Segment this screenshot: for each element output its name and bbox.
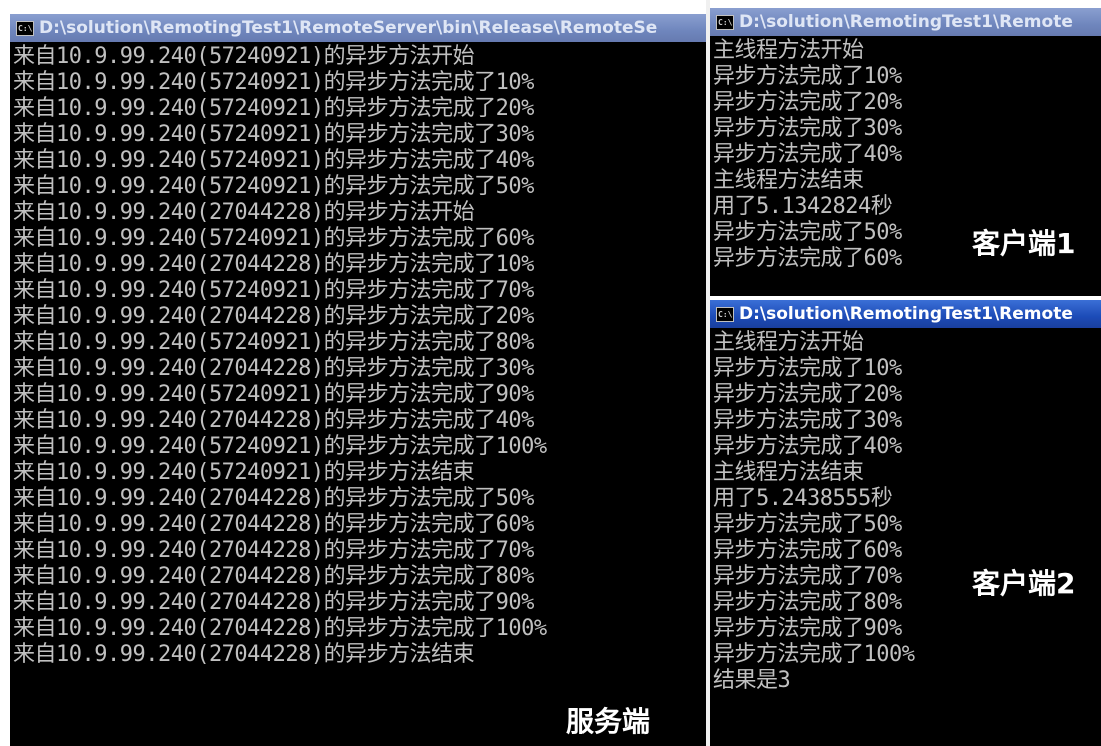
client2-window-title: D:\solution\RemotingTest1\Remote [739,304,1073,324]
console-line: 结果是3 [713,668,791,693]
console-line: 异步方法完成了50% [713,512,902,537]
console-line: 来自10.9.99.240(27044228)的异步方法完成了90% [13,590,534,615]
server-caption: 服务端 [566,705,651,738]
console-line: 来自10.9.99.240(57240921)的异步方法结束 [13,460,475,485]
console-line: 来自10.9.99.240(27044228)的异步方法完成了20% [13,304,534,329]
console-line: 异步方法完成了20% [713,90,902,115]
console-line: 来自10.9.99.240(57240921)的异步方法完成了30% [13,122,534,147]
console-line: 来自10.9.99.240(27044228)的异步方法结束 [13,642,475,667]
console-line: 来自10.9.99.240(27044228)的异步方法完成了70% [13,538,534,563]
cmd-window-icon[interactable]: C:\ [716,306,734,322]
console-line: 异步方法完成了30% [713,408,902,433]
console-line: 异步方法完成了30% [713,116,902,141]
cmd-window-icon[interactable]: C:\ [716,14,734,30]
console-line: 用了5.1342824秒 [713,194,893,219]
console-line: 来自10.9.99.240(27044228)的异步方法完成了60% [13,512,534,537]
client1-window-titlebar[interactable]: C:\ D:\solution\RemotingTest1\Remote [710,8,1101,36]
console-line: 来自10.9.99.240(27044228)的异步方法完成了100% [13,616,547,641]
console-line: 异步方法完成了100% [713,642,915,667]
console-line: 来自10.9.99.240(57240921)的异步方法完成了50% [13,174,534,199]
console-line: 异步方法完成了60% [713,538,902,563]
client1-window-title: D:\solution\RemotingTest1\Remote [739,12,1073,32]
console-line: 主线程方法开始 [713,330,864,355]
console-line: 主线程方法结束 [713,168,864,193]
server-console-window[interactable]: C:\ D:\solution\RemotingTest1\RemoteServ… [10,14,706,746]
client2-console-output: 主线程方法开始 异步方法完成了10% 异步方法完成了20% 异步方法完成了30% 异步方… [710,328,1101,694]
client2-caption: 客户端2 [972,567,1076,600]
console-line: 异步方法完成了90% [713,616,902,641]
console-line: 异步方法完成了10% [713,356,902,381]
console-line: 异步方法完成了20% [713,382,902,407]
console-line: 来自10.9.99.240(27044228)的异步方法完成了50% [13,486,534,511]
console-line: 用了5.2438555秒 [713,486,893,511]
console-line: 来自10.9.99.240(27044228)的异步方法完成了80% [13,564,534,589]
console-line: 来自10.9.99.240(57240921)的异步方法完成了20% [13,96,534,121]
console-line: 异步方法完成了40% [713,142,902,167]
console-line: 来自10.9.99.240(57240921)的异步方法完成了40% [13,148,534,173]
server-window-title: D:\solution\RemotingTest1\RemoteServer\b… [39,18,658,38]
console-line: 来自10.9.99.240(27044228)的异步方法完成了40% [13,408,534,433]
client2-window-titlebar[interactable]: C:\ D:\solution\RemotingTest1\Remote [710,300,1101,328]
console-line: 来自10.9.99.240(57240921)的异步方法完成了70% [13,278,534,303]
console-line: 来自10.9.99.240(57240921)的异步方法完成了100% [13,434,547,459]
screenshot-stage: C:\ D:\solution\RemotingTest1\RemoteServ… [0,0,1101,746]
server-window-titlebar[interactable]: C:\ D:\solution\RemotingTest1\RemoteServ… [10,14,706,42]
console-line: 来自10.9.99.240(27044228)的异步方法完成了30% [13,356,534,381]
console-line: 来自10.9.99.240(27044228)的异步方法开始 [13,200,475,225]
cmd-window-icon[interactable]: C:\ [16,20,34,36]
console-line: 来自10.9.99.240(57240921)的异步方法开始 [13,44,475,69]
console-line: 异步方法完成了10% [713,64,902,89]
console-line: 来自10.9.99.240(57240921)的异步方法完成了10% [13,70,534,95]
console-line: 来自10.9.99.240(57240921)的异步方法完成了60% [13,226,534,251]
client1-caption: 客户端1 [972,227,1076,260]
console-line: 来自10.9.99.240(57240921)的异步方法完成了90% [13,382,534,407]
console-line: 主线程方法结束 [713,460,864,485]
server-console-output: 来自10.9.99.240(57240921)的异步方法开始 来自10.9.99.… [10,42,706,668]
client2-console-window[interactable]: C:\ D:\solution\RemotingTest1\Remote 主线程… [710,300,1101,746]
console-line: 主线程方法开始 [713,38,864,63]
console-line: 来自10.9.99.240(57240921)的异步方法完成了80% [13,330,534,355]
console-line: 异步方法完成了40% [713,434,902,459]
console-line: 来自10.9.99.240(27044228)的异步方法完成了10% [13,252,534,277]
